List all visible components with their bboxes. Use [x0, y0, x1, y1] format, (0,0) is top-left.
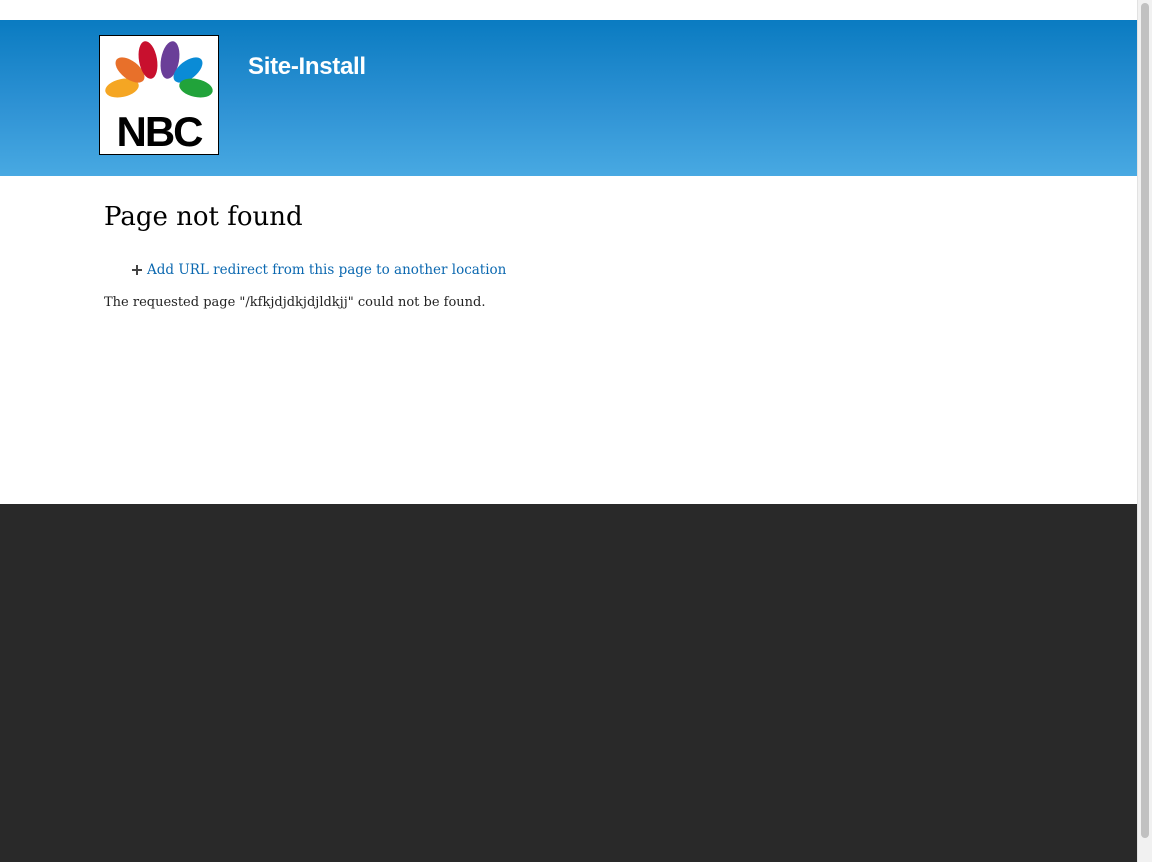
site-header: NBC Site-Install [0, 20, 1137, 176]
scrollbar-thumb[interactable] [1141, 3, 1149, 838]
page: NBC Site-Install Page not found Add URL … [0, 0, 1152, 862]
page-title: Page not found [104, 202, 303, 232]
site-name-link[interactable]: Site-Install [248, 52, 366, 82]
action-links: Add URL redirect from this page to anoth… [132, 261, 506, 279]
add-url-redirect-link[interactable]: Add URL redirect from this page to anoth… [147, 261, 506, 279]
main-content: Page not found Add URL redirect from thi… [0, 176, 1137, 504]
vertical-scrollbar[interactable] [1137, 0, 1152, 862]
nbc-peacock-icon: NBC [105, 41, 213, 154]
top-strip [0, 0, 1137, 20]
site-logo[interactable]: NBC [99, 35, 219, 155]
not-found-message: The requested page "/kfkjdjdkjdjldkjj" c… [104, 295, 486, 310]
plus-icon [132, 265, 142, 275]
site-footer [0, 504, 1137, 862]
logo-text: NBC [117, 108, 204, 154]
